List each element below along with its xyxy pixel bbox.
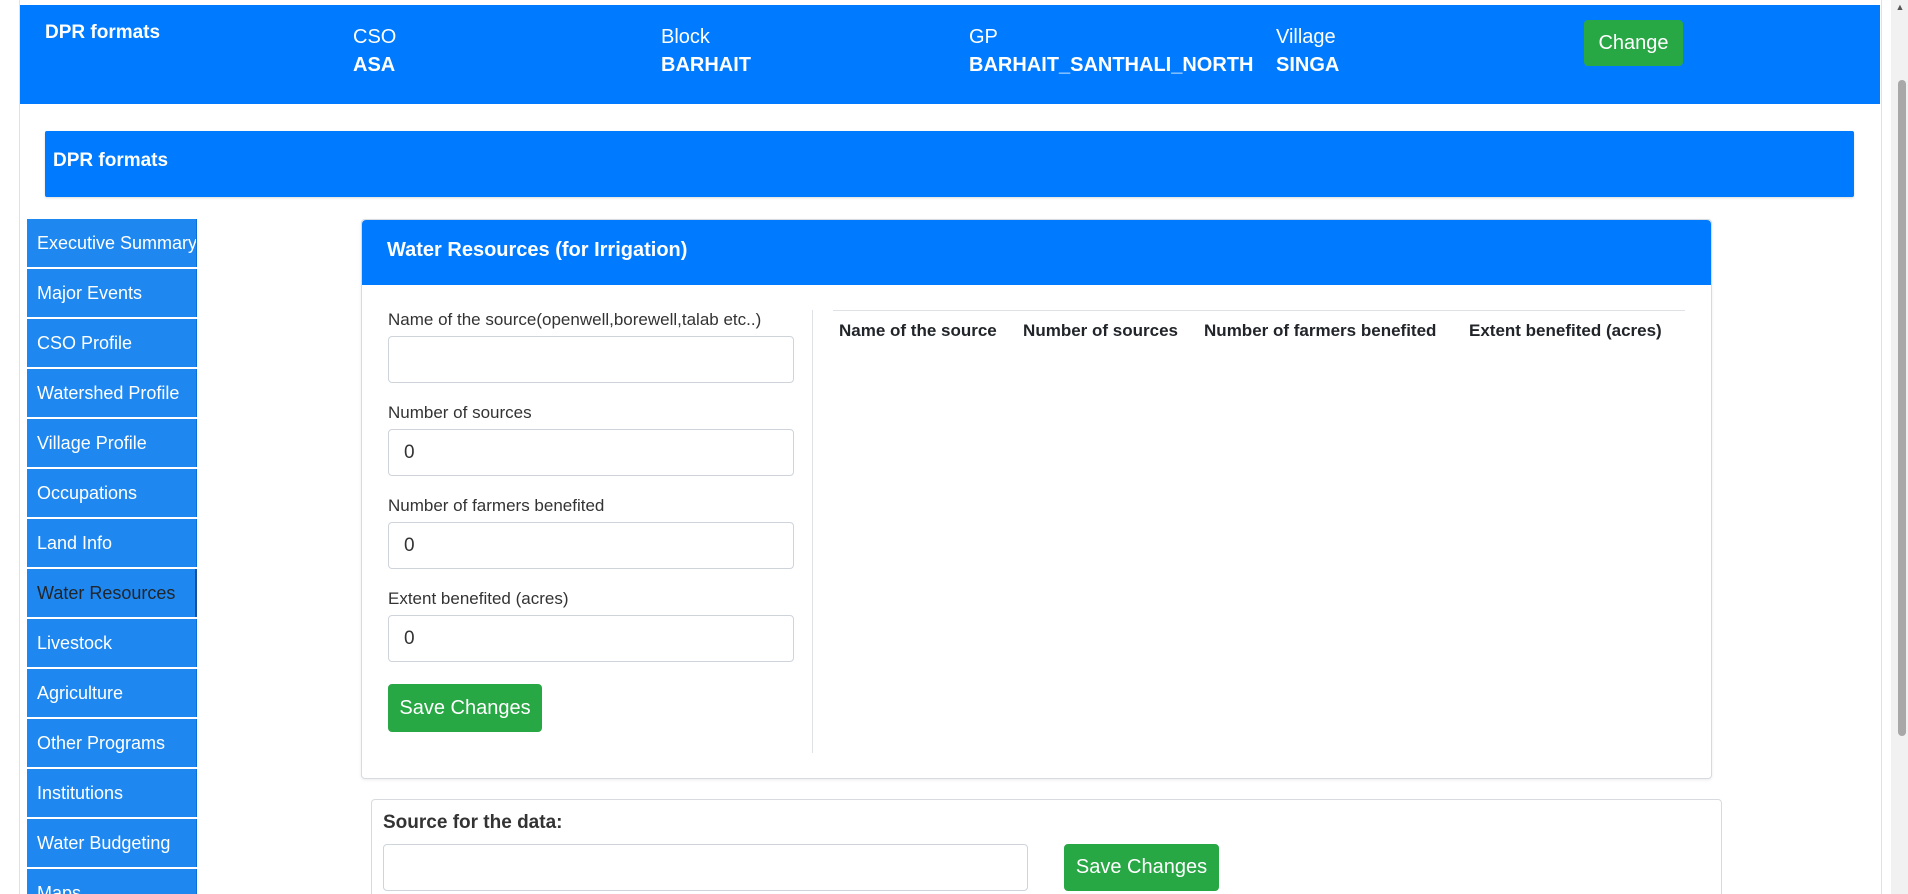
extent-group: Extent benefited (acres)	[388, 589, 794, 662]
sidebar-item-other-programs[interactable]: Other Programs	[27, 719, 197, 767]
column-header-num-sources: Number of sources	[1023, 321, 1178, 340]
save-changes-button[interactable]: Save Changes	[388, 684, 542, 732]
block-field: Block BARHAIT	[661, 24, 751, 80]
water-resource-form: Name of the source(openwell,borewell,tal…	[388, 310, 794, 682]
water-resources-card: Water Resources (for Irrigation) Name of…	[361, 219, 1712, 779]
extent-input[interactable]	[388, 615, 794, 662]
card-title: Water Resources (for Irrigation)	[387, 239, 688, 261]
sidebar-item-institutions[interactable]: Institutions	[27, 769, 197, 817]
resources-table: Name of the source Number of sources Num…	[833, 311, 1685, 351]
column-divider	[812, 310, 813, 753]
gp-label: GP	[969, 26, 998, 48]
cso-label: CSO	[353, 26, 397, 48]
sidebar-item-watershed-profile[interactable]: Watershed Profile	[27, 369, 197, 417]
sidebar-item-livestock[interactable]: Livestock	[27, 619, 197, 667]
num-farmers-input[interactable]	[388, 522, 794, 569]
gp-value: BARHAIT_SANTHALI_NORTH	[969, 54, 1254, 76]
column-header-source-name: Name of the source	[839, 321, 997, 340]
column-header-extent: Extent benefited (acres)	[1469, 321, 1662, 340]
scrollbar-thumb[interactable]	[1898, 80, 1906, 736]
water-resources-table: Name of the source Number of sources Num…	[833, 310, 1685, 351]
column-header-num-farmers: Number of farmers benefited	[1204, 321, 1437, 340]
top-header: DPR formats CSO ASA Block BARHAIT GP BAR…	[20, 5, 1880, 104]
section-header: DPR formats	[45, 131, 1854, 197]
num-sources-label: Number of sources	[388, 403, 532, 422]
data-source-card: Source for the data: Save Changes	[371, 799, 1722, 894]
num-farmers-label: Number of farmers benefited	[388, 496, 605, 515]
sidebar-item-agriculture[interactable]: Agriculture	[27, 669, 197, 717]
source-name-input[interactable]	[388, 336, 794, 383]
table-header-row: Name of the source Number of sources Num…	[833, 311, 1685, 351]
gp-field: GP BARHAIT_SANTHALI_NORTH	[969, 24, 1253, 80]
sidebar-item-land-info[interactable]: Land Info	[27, 519, 197, 567]
extent-label: Extent benefited (acres)	[388, 589, 569, 608]
change-button[interactable]: Change	[1584, 20, 1683, 66]
sidebar-item-village-profile[interactable]: Village Profile	[27, 419, 197, 467]
block-label: Block	[661, 26, 710, 48]
cso-value: ASA	[353, 54, 396, 76]
sidebar-nav: Executive Summary Major Events CSO Profi…	[27, 219, 197, 894]
cso-field: CSO ASA	[353, 24, 396, 80]
village-value: SINGA	[1276, 54, 1340, 76]
sidebar-item-major-events[interactable]: Major Events	[27, 269, 197, 317]
card-header: Water Resources (for Irrigation)	[362, 220, 1711, 285]
scroll-up-icon[interactable]: ▲	[1895, 2, 1905, 12]
sidebar-item-water-resources[interactable]: Water Resources	[27, 569, 197, 617]
sidebar-item-water-budgeting[interactable]: Water Budgeting	[27, 819, 197, 867]
sidebar-item-occupations[interactable]: Occupations	[27, 469, 197, 517]
data-source-label: Source for the data:	[383, 812, 563, 833]
num-sources-input[interactable]	[388, 429, 794, 476]
sidebar-item-maps[interactable]: Maps	[27, 869, 197, 894]
block-value: BARHAIT	[661, 54, 751, 76]
section-title: DPR formats	[53, 150, 169, 171]
source-name-label: Name of the source(openwell,borewell,tal…	[388, 310, 762, 329]
sidebar-item-cso-profile[interactable]: CSO Profile	[27, 319, 197, 367]
data-source-input[interactable]	[383, 844, 1028, 891]
source-name-group: Name of the source(openwell,borewell,tal…	[388, 310, 794, 383]
village-label: Village	[1276, 26, 1336, 48]
brand-title: DPR formats	[45, 22, 161, 43]
page: DPR formats CSO ASA Block BARHAIT GP BAR…	[0, 0, 1908, 894]
village-field: Village SINGA	[1276, 24, 1339, 80]
num-sources-group: Number of sources	[388, 403, 794, 476]
num-farmers-group: Number of farmers benefited	[388, 496, 794, 569]
save-source-button[interactable]: Save Changes	[1064, 844, 1219, 891]
sidebar-item-executive-summary[interactable]: Executive Summary	[27, 219, 197, 267]
